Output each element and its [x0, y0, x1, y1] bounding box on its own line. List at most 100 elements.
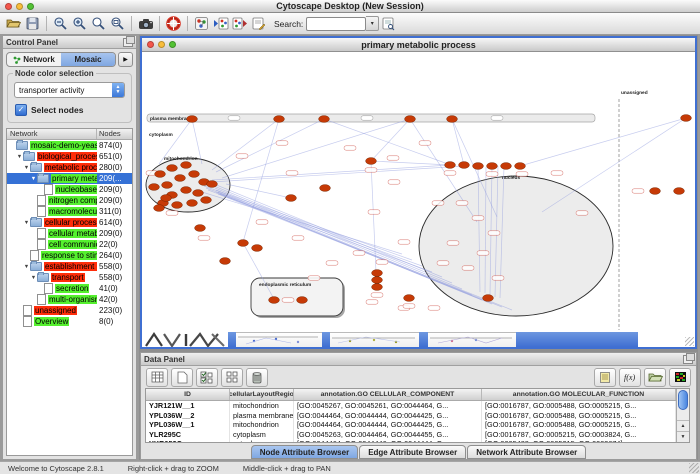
network-node[interactable]	[195, 225, 206, 232]
network-node[interactable]	[187, 200, 198, 207]
table-row[interactable]: YJR121W__1mitochondrion[GO:0045267, GO:0…	[146, 401, 676, 411]
table-cell[interactable]: mitochondrion	[230, 401, 294, 411]
network-node[interactable]	[162, 182, 173, 189]
unselect-attributes-button[interactable]	[221, 368, 243, 387]
network-node[interactable]	[161, 195, 172, 202]
table-cell[interactable]: cytoplasm	[230, 430, 294, 440]
column-header-cellular-component[interactable]: annotation.GO CELLULAR_COMPONENT	[294, 389, 482, 400]
more-tabs-button[interactable]: ▶	[118, 52, 133, 67]
select-attributes-button[interactable]	[196, 368, 218, 387]
scroll-down-button[interactable]: ▼	[677, 431, 689, 442]
tree-row[interactable]: response to stimulu264(0)	[7, 250, 132, 261]
network-node[interactable]	[149, 184, 160, 191]
network-node[interactable]	[650, 188, 661, 195]
tree-row[interactable]: ▼cellular process614(0)	[7, 217, 132, 228]
tree-expander-icon[interactable]: ▼	[16, 154, 23, 160]
network-node[interactable]	[269, 297, 280, 304]
tree-row[interactable]: unassigned223(0)	[7, 305, 132, 316]
network-node[interactable]	[154, 205, 165, 212]
network-node[interactable]	[172, 202, 183, 209]
tab-network[interactable]: Network	[7, 53, 61, 66]
heatmap-button[interactable]	[669, 368, 691, 387]
table-cell[interactable]: mitochondrion	[230, 420, 294, 430]
table-cell[interactable]: YJR121W__1	[146, 401, 230, 411]
network-node[interactable]	[459, 162, 470, 169]
table-row[interactable]: YPL036W__2plasma membrane[GO:0044464, GO…	[146, 411, 676, 421]
tree-row[interactable]: ▼primary metabo209(...	[7, 173, 132, 184]
network-node[interactable]	[297, 297, 308, 304]
window-resize-grip[interactable]	[638, 332, 695, 347]
scrollbar-thumb[interactable]	[678, 390, 688, 410]
tree-expander-icon[interactable]: ▼	[23, 165, 30, 171]
table-cell[interactable]: YPL036W__1	[146, 420, 230, 430]
help-lifesaver-button[interactable]	[164, 15, 183, 33]
tree-row[interactable]: multi-organism pro42(0)	[7, 294, 132, 305]
tree-row[interactable]: secretion41(0)	[7, 283, 132, 294]
vizmapper-button[interactable]	[192, 15, 211, 33]
tree-expander-icon[interactable]: ▼	[23, 264, 30, 270]
tree-row[interactable]: ▼biological_process651(0)	[7, 151, 132, 162]
import-network-button[interactable]	[211, 15, 230, 33]
network-node[interactable]	[473, 163, 484, 170]
import-attributes-button[interactable]	[644, 368, 666, 387]
search-input[interactable]	[306, 17, 366, 31]
scroll-up-button[interactable]: ▲	[677, 420, 689, 431]
table-cell[interactable]: [GO:0016787, GO:0005215, GO:0003824, G..…	[482, 430, 676, 440]
network-node[interactable]	[201, 197, 212, 204]
annotation-button[interactable]	[249, 15, 268, 33]
table-cell[interactable]: [GO:0044464, GO:0044446, GO:0044444, G..…	[294, 439, 482, 442]
network-node[interactable]	[515, 163, 526, 170]
cascaded-window-sliver[interactable]	[236, 332, 322, 347]
cascaded-window-edge[interactable]	[228, 332, 236, 347]
tab-network-attribute-browser[interactable]: Network Attribute Browser	[467, 445, 586, 459]
cascaded-window-edge[interactable]	[419, 332, 428, 347]
network-node[interactable]	[155, 171, 166, 178]
network-node[interactable]	[372, 284, 383, 291]
network-node[interactable]	[181, 162, 192, 169]
table-cell[interactable]: [GO:0005488, GO:0005215, GO:0003674]	[482, 439, 676, 442]
table-row[interactable]: YPL036W__1mitochondrion[GO:0044464, GO:0…	[146, 420, 676, 430]
cascaded-window-sliver[interactable]	[330, 332, 419, 347]
tab-mosaic[interactable]: Mosaic	[61, 53, 115, 66]
network-window-title-bar[interactable]: primary metabolic process	[142, 38, 695, 52]
table-cell[interactable]: YKR052C	[146, 439, 230, 442]
cascaded-window-edge[interactable]	[516, 332, 638, 347]
float-panel-icon[interactable]	[683, 355, 693, 364]
tree-row[interactable]: nitrogen compo209(0)	[7, 195, 132, 206]
float-panel-icon[interactable]	[123, 38, 133, 47]
tree-row[interactable]: Overview8(0)	[7, 316, 132, 327]
tree-row[interactable]: ▼transport558(0)	[7, 272, 132, 283]
snapshot-camera-button[interactable]	[136, 15, 155, 33]
table-row[interactable]: YLR295Ccytoplasm[GO:0045263, GO:0044464,…	[146, 430, 676, 440]
network-node[interactable]	[405, 116, 416, 123]
network-node[interactable]	[447, 116, 458, 123]
tree-expander-icon[interactable]: ▼	[23, 220, 30, 226]
cascaded-window-sliver[interactable]	[428, 332, 516, 347]
tab-edge-attribute-browser[interactable]: Edge Attribute Browser	[359, 445, 466, 459]
network-node[interactable]	[319, 116, 330, 123]
network-node[interactable]	[220, 258, 231, 265]
open-file-button[interactable]	[4, 15, 23, 33]
tree-row[interactable]: ▼establishment of lo558(0)	[7, 261, 132, 272]
delete-attribute-button[interactable]	[246, 368, 268, 387]
attribute-table-button[interactable]	[146, 368, 168, 387]
network-node[interactable]	[238, 240, 249, 247]
network-node[interactable]	[445, 162, 456, 169]
column-header-region[interactable]: _cellularLayoutRegion	[230, 389, 294, 400]
network-node[interactable]	[252, 245, 263, 252]
tab-node-attribute-browser[interactable]: Node Attribute Browser	[251, 445, 359, 459]
tree-row[interactable]: mosaic-demo-yeast874(0)	[7, 140, 132, 151]
tree-row[interactable]: cell communicat22(0)	[7, 239, 132, 250]
network-node[interactable]	[320, 185, 331, 192]
network-node[interactable]	[175, 175, 186, 182]
select-nodes-checkbox[interactable]: ✓	[15, 104, 27, 116]
cascaded-window-edge[interactable]	[322, 332, 330, 347]
table-cell[interactable]: [GO:0016787, GO:0005488, GO:0005215, G..…	[482, 401, 676, 411]
zoom-out-button[interactable]	[51, 15, 70, 33]
network-node[interactable]	[404, 295, 415, 302]
network-node[interactable]	[189, 171, 200, 178]
new-attribute-button[interactable]	[171, 368, 193, 387]
network-node[interactable]	[487, 163, 498, 170]
tree-expander-icon[interactable]: ▼	[30, 176, 37, 182]
zoom-in-button[interactable]	[70, 15, 89, 33]
